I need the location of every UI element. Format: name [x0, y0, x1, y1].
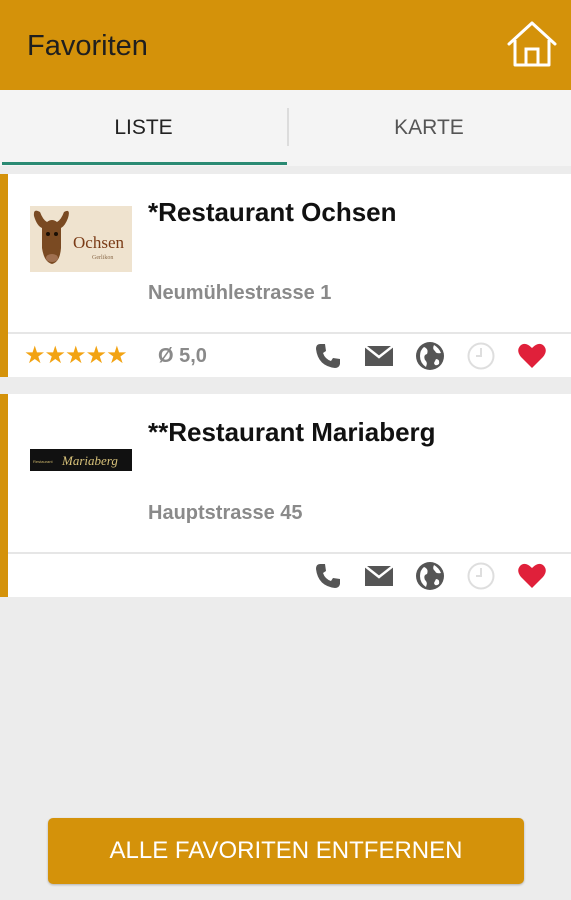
mail-icon[interactable]: [364, 341, 394, 371]
home-icon[interactable]: [505, 19, 559, 69]
globe-icon[interactable]: [415, 561, 445, 591]
card-divider: [8, 552, 571, 554]
restaurant-name[interactable]: *Restaurant Ochsen: [148, 197, 397, 228]
phone-icon[interactable]: [313, 561, 343, 591]
card-accent-bar: [0, 394, 8, 597]
remove-all-favorites-button[interactable]: ALLE FAVORITEN ENTFERNEN: [48, 818, 524, 884]
logo-subtext: Gerlikon: [92, 255, 113, 261]
restaurant-logo: Restaurant Mariaberg: [30, 449, 132, 471]
app-bar: Favoriten: [0, 0, 571, 90]
restaurant-name[interactable]: **Restaurant Mariaberg: [148, 417, 436, 448]
restaurant-address: Hauptstrasse 45: [148, 502, 303, 524]
tab-karte[interactable]: KARTE: [287, 90, 571, 166]
page-title: Favoriten: [27, 30, 148, 62]
heart-icon[interactable]: [517, 341, 547, 371]
clock-icon[interactable]: [466, 561, 496, 591]
rating-average: Ø 5,0: [158, 345, 207, 367]
tab-liste[interactable]: LISTE: [0, 90, 287, 166]
mail-icon[interactable]: [364, 561, 394, 591]
logo-text: Ochsen: [73, 233, 124, 252]
star-rating: ★★★★★: [24, 342, 128, 369]
clock-icon[interactable]: [466, 341, 496, 371]
heart-icon[interactable]: [517, 561, 547, 591]
logo-text: Mariaberg: [61, 453, 118, 468]
active-tab-indicator: [2, 162, 287, 165]
restaurant-logo: Ochsen Gerlikon: [30, 206, 132, 272]
favorite-card[interactable]: Restaurant Mariaberg **Restaurant Mariab…: [0, 394, 571, 597]
restaurant-address: Neumühlestrasse 1: [148, 282, 332, 304]
card-accent-bar: [0, 174, 8, 377]
globe-icon[interactable]: [415, 341, 445, 371]
card-divider: [8, 332, 571, 334]
tab-bar: LISTE KARTE: [0, 90, 571, 166]
favorite-card[interactable]: Ochsen Gerlikon *Restaurant Ochsen Neumü…: [0, 174, 571, 377]
phone-icon[interactable]: [313, 341, 343, 371]
logo-prefix: Restaurant: [33, 459, 53, 464]
